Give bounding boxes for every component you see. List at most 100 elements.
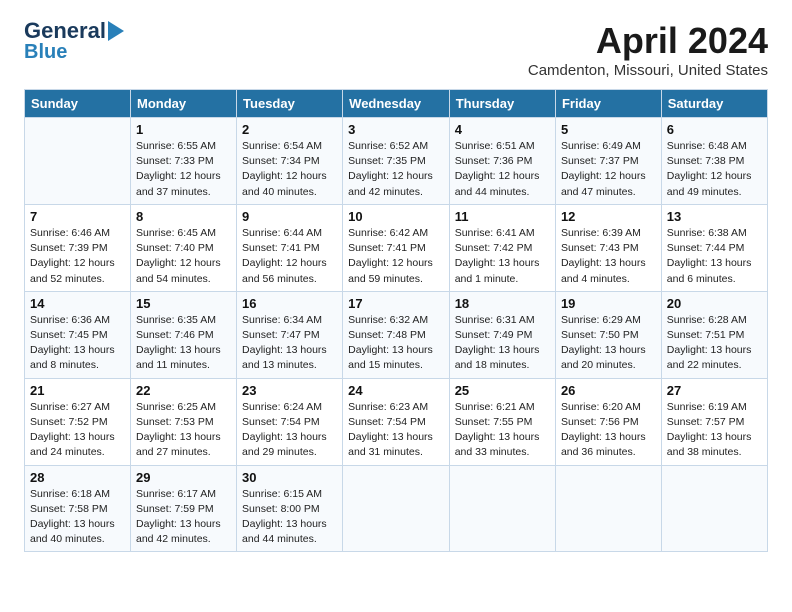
day-number: 6 [667, 122, 762, 137]
day-detail: Sunrise: 6:34 AM Sunset: 7:47 PM Dayligh… [242, 313, 337, 374]
calendar-cell: 29 Sunrise: 6:17 AM Sunset: 7:59 PM Dayli… [131, 465, 237, 552]
weekday-header: Thursday [449, 90, 555, 118]
day-detail: Sunrise: 6:41 AM Sunset: 7:42 PM Dayligh… [455, 226, 550, 287]
calendar-cell: 10 Sunrise: 6:42 AM Sunset: 7:41 PM Dayli… [343, 204, 450, 291]
logo-text-general: General [24, 20, 106, 42]
calendar-week-row: 1 Sunrise: 6:55 AM Sunset: 7:33 PM Daylig… [25, 118, 768, 205]
weekday-header: Wednesday [343, 90, 450, 118]
calendar-cell: 5 Sunrise: 6:49 AM Sunset: 7:37 PM Daylig… [555, 118, 661, 205]
day-detail: Sunrise: 6:25 AM Sunset: 7:53 PM Dayligh… [136, 400, 231, 461]
day-number: 22 [136, 383, 231, 398]
calendar-cell: 3Sunrise: 6:52 AM Sunset: 7:35 PM Daylig… [343, 118, 450, 205]
day-number: 7 [30, 209, 125, 224]
day-number: 4 [455, 122, 550, 137]
day-number: 26 [561, 383, 656, 398]
calendar-week-row: 21 Sunrise: 6:27 AM Sunset: 7:52 PM Dayli… [25, 378, 768, 465]
calendar-cell: 14Sunrise: 6:36 AM Sunset: 7:45 PM Dayli… [25, 291, 131, 378]
day-number: 10 [348, 209, 444, 224]
day-detail: Sunrise: 6:15 AM Sunset: 8:00 PM Dayligh… [242, 487, 337, 548]
day-detail: Sunrise: 6:23 AM Sunset: 7:54 PM Dayligh… [348, 400, 444, 461]
day-detail: Sunrise: 6:29 AM Sunset: 7:50 PM Dayligh… [561, 313, 656, 374]
day-detail: Sunrise: 6:21 AM Sunset: 7:55 PM Dayligh… [455, 400, 550, 461]
day-detail: Sunrise: 6:31 AM Sunset: 7:49 PM Dayligh… [455, 313, 550, 374]
calendar-cell: 9 Sunrise: 6:44 AM Sunset: 7:41 PM Daylig… [237, 204, 343, 291]
calendar-cell [25, 118, 131, 205]
calendar-cell: 17 Sunrise: 6:32 AM Sunset: 7:48 PM Dayli… [343, 291, 450, 378]
calendar-cell: 11 Sunrise: 6:41 AM Sunset: 7:42 PM Dayli… [449, 204, 555, 291]
calendar-cell: 12 Sunrise: 6:39 AM Sunset: 7:43 PM Dayli… [555, 204, 661, 291]
day-detail: Sunrise: 6:39 AM Sunset: 7:43 PM Dayligh… [561, 226, 656, 287]
day-detail: Sunrise: 6:42 AM Sunset: 7:41 PM Dayligh… [348, 226, 444, 287]
day-number: 9 [242, 209, 337, 224]
day-detail: Sunrise: 6:54 AM Sunset: 7:34 PM Dayligh… [242, 139, 337, 200]
day-number: 15 [136, 296, 231, 311]
calendar-cell [555, 465, 661, 552]
day-number: 1 [136, 122, 231, 137]
day-number: 24 [348, 383, 444, 398]
day-number: 18 [455, 296, 550, 311]
calendar-cell: 8Sunrise: 6:45 AM Sunset: 7:40 PM Daylig… [131, 204, 237, 291]
day-detail: Sunrise: 6:55 AM Sunset: 7:33 PM Dayligh… [136, 139, 231, 200]
calendar-cell: 27 Sunrise: 6:19 AM Sunset: 7:57 PM Dayli… [661, 378, 767, 465]
day-number: 17 [348, 296, 444, 311]
day-detail: Sunrise: 6:44 AM Sunset: 7:41 PM Dayligh… [242, 226, 337, 287]
day-number: 5 [561, 122, 656, 137]
calendar-cell: 25Sunrise: 6:21 AM Sunset: 7:55 PM Dayli… [449, 378, 555, 465]
day-detail: Sunrise: 6:46 AM Sunset: 7:39 PM Dayligh… [30, 226, 125, 287]
calendar-cell: 19 Sunrise: 6:29 AM Sunset: 7:50 PM Dayli… [555, 291, 661, 378]
logo-arrow-icon [108, 21, 124, 41]
location: Camdenton, Missouri, United States [528, 62, 768, 79]
day-number: 20 [667, 296, 762, 311]
day-detail: Sunrise: 6:51 AM Sunset: 7:36 PM Dayligh… [455, 139, 550, 200]
calendar-table: SundayMondayTuesdayWednesdayThursdayFrid… [24, 89, 768, 552]
day-number: 29 [136, 470, 231, 485]
calendar-cell: 16 Sunrise: 6:34 AM Sunset: 7:47 PM Dayli… [237, 291, 343, 378]
day-detail: Sunrise: 6:28 AM Sunset: 7:51 PM Dayligh… [667, 313, 762, 374]
day-number: 3 [348, 122, 444, 137]
day-detail: Sunrise: 6:20 AM Sunset: 7:56 PM Dayligh… [561, 400, 656, 461]
logo-text-blue: Blue [24, 42, 67, 62]
calendar-cell: 18 Sunrise: 6:31 AM Sunset: 7:49 PM Dayli… [449, 291, 555, 378]
weekday-header: Friday [555, 90, 661, 118]
calendar-cell: 6 Sunrise: 6:48 AM Sunset: 7:38 PM Daylig… [661, 118, 767, 205]
day-detail: Sunrise: 6:38 AM Sunset: 7:44 PM Dayligh… [667, 226, 762, 287]
day-number: 16 [242, 296, 337, 311]
calendar-cell: 24 Sunrise: 6:23 AM Sunset: 7:54 PM Dayli… [343, 378, 450, 465]
logo: General Blue [24, 20, 124, 62]
day-number: 23 [242, 383, 337, 398]
day-detail: Sunrise: 6:18 AM Sunset: 7:58 PM Dayligh… [30, 487, 125, 548]
calendar-cell: 2 Sunrise: 6:54 AM Sunset: 7:34 PM Daylig… [237, 118, 343, 205]
day-detail: Sunrise: 6:24 AM Sunset: 7:54 PM Dayligh… [242, 400, 337, 461]
calendar-week-row: 14Sunrise: 6:36 AM Sunset: 7:45 PM Dayli… [25, 291, 768, 378]
calendar-cell [661, 465, 767, 552]
day-number: 21 [30, 383, 125, 398]
day-number: 11 [455, 209, 550, 224]
calendar-cell [343, 465, 450, 552]
weekday-header: Tuesday [237, 90, 343, 118]
title-block: April 2024 Camdenton, Missouri, United S… [528, 20, 768, 79]
weekday-header: Monday [131, 90, 237, 118]
day-detail: Sunrise: 6:27 AM Sunset: 7:52 PM Dayligh… [30, 400, 125, 461]
day-detail: Sunrise: 6:17 AM Sunset: 7:59 PM Dayligh… [136, 487, 231, 548]
calendar-cell: 30Sunrise: 6:15 AM Sunset: 8:00 PM Dayli… [237, 465, 343, 552]
calendar-cell: 23 Sunrise: 6:24 AM Sunset: 7:54 PM Dayli… [237, 378, 343, 465]
day-detail: Sunrise: 6:35 AM Sunset: 7:46 PM Dayligh… [136, 313, 231, 374]
calendar-header-row: SundayMondayTuesdayWednesdayThursdayFrid… [25, 90, 768, 118]
calendar-week-row: 7 Sunrise: 6:46 AM Sunset: 7:39 PM Daylig… [25, 204, 768, 291]
month-title: April 2024 [528, 20, 768, 62]
calendar-cell: 26 Sunrise: 6:20 AM Sunset: 7:56 PM Dayli… [555, 378, 661, 465]
day-number: 19 [561, 296, 656, 311]
day-detail: Sunrise: 6:19 AM Sunset: 7:57 PM Dayligh… [667, 400, 762, 461]
day-number: 27 [667, 383, 762, 398]
weekday-header: Sunday [25, 90, 131, 118]
day-number: 12 [561, 209, 656, 224]
day-number: 2 [242, 122, 337, 137]
day-number: 28 [30, 470, 125, 485]
day-detail: Sunrise: 6:48 AM Sunset: 7:38 PM Dayligh… [667, 139, 762, 200]
page-header: General Blue April 2024 Camdenton, Misso… [24, 20, 768, 79]
calendar-cell: 28 Sunrise: 6:18 AM Sunset: 7:58 PM Dayli… [25, 465, 131, 552]
calendar-cell [449, 465, 555, 552]
weekday-header: Saturday [661, 90, 767, 118]
day-detail: Sunrise: 6:32 AM Sunset: 7:48 PM Dayligh… [348, 313, 444, 374]
day-detail: Sunrise: 6:49 AM Sunset: 7:37 PM Dayligh… [561, 139, 656, 200]
